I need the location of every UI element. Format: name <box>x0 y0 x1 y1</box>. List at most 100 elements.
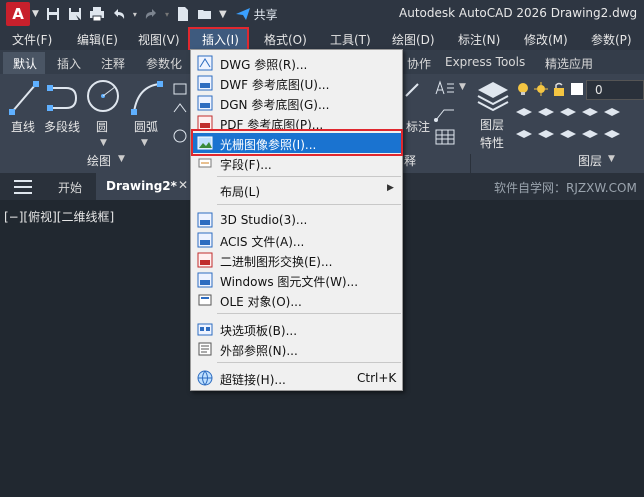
arc-dropdown-icon[interactable]: ▼ <box>141 138 148 148</box>
menu-separator <box>217 176 401 177</box>
unlock-icon[interactable] <box>552 82 566 96</box>
highlight-frame <box>191 129 403 156</box>
menu-separator <box>217 204 401 205</box>
sun-icon[interactable] <box>534 82 548 96</box>
polyline-tool-icon[interactable] <box>46 84 80 114</box>
arc-tool-icon[interactable] <box>130 80 164 116</box>
autocad-logo[interactable]: A <box>6 2 30 26</box>
tab-express-tools[interactable]: Express Tools <box>445 55 525 69</box>
layer-tools-icon[interactable] <box>516 106 626 148</box>
viewport-controls[interactable]: [−][俯视][二维线框] <box>4 208 114 225</box>
leader-tool-icon[interactable] <box>434 104 456 122</box>
dimension-tool-label[interactable]: 标注 <box>406 118 430 135</box>
tab-parametric[interactable]: 参数化 <box>146 55 182 72</box>
insert-menu-dropdown: DWG 参照(R)... DWF 参考底图(U)... DGN 参考底图(G).… <box>190 49 403 391</box>
tab-collaborate[interactable]: 协作 <box>407 55 431 72</box>
menu-bar: 文件(F) 编辑(E) 视图(V) 格式(O) 工具(T) 绘图(D) 标注(N… <box>0 28 644 50</box>
layer-panel-dropdown-icon[interactable]: ▼ <box>608 154 615 164</box>
line-tool-icon[interactable] <box>8 80 40 116</box>
line-tool-label: 直线 <box>11 120 36 134</box>
menu-item-binary-dxb[interactable]: 二进制图形交换(E)... <box>191 250 402 270</box>
dgn-icon <box>197 95 213 111</box>
redo-icon[interactable] <box>143 6 159 22</box>
menu-item-dwf-underlay[interactable]: DWF 参考底图(U)... <box>191 73 402 93</box>
layer-properties-label-1: 图层 <box>480 118 505 132</box>
tab-annotate[interactable]: 注释 <box>101 55 125 72</box>
menu-item-dgn-underlay[interactable]: DGN 参考底图(G)... <box>191 93 402 113</box>
share-icon <box>235 8 250 20</box>
layer-properties-icon[interactable] <box>476 78 510 114</box>
menu-item-acis-file[interactable]: ACIS 文件(A)... <box>191 230 402 250</box>
polyline-tool-label: 多段线 <box>44 120 81 134</box>
text-tool-icon[interactable] <box>434 80 456 96</box>
dimension-linear-icon[interactable] <box>404 82 420 98</box>
hyperlink-shortcut: Ctrl+K <box>357 371 397 385</box>
3ds-icon <box>197 212 213 228</box>
print-icon[interactable] <box>89 6 105 22</box>
menu-item-layout[interactable]: 布局(L) ▶ <box>191 180 402 200</box>
close-tab-icon[interactable]: ✕ <box>178 178 188 192</box>
save-icon[interactable] <box>45 6 61 22</box>
menu-draw[interactable]: 绘图(D) <box>392 31 435 48</box>
share-label: 共享 <box>253 7 278 22</box>
menu-insert-label: 插入(I) <box>202 33 239 47</box>
redo-dropdown-icon[interactable]: ▾ <box>165 10 169 19</box>
menu-dimension[interactable]: 标注(N) <box>458 31 500 48</box>
hyperlink-icon <box>197 370 213 386</box>
menu-parameters[interactable]: 参数(P) <box>591 31 632 48</box>
watermark-text: 软件自学网：RJZXW.COM <box>494 181 637 195</box>
menu-view[interactable]: 视图(V) <box>138 31 180 48</box>
menu-edit[interactable]: 编辑(E) <box>77 31 118 48</box>
circle-dropdown-icon[interactable]: ▼ <box>100 138 107 148</box>
layer-state-icons <box>516 80 586 100</box>
ole-icon <box>198 294 212 306</box>
dwf-icon <box>197 75 213 91</box>
menu-item-hyperlink[interactable]: 超链接(H)... Ctrl+K <box>191 368 402 388</box>
submenu-arrow-icon: ▶ <box>387 183 394 193</box>
new-icon[interactable] <box>175 6 191 22</box>
start-tab[interactable]: 开始 <box>58 179 82 196</box>
app-menu-caret-icon[interactable]: ▼ <box>32 9 39 19</box>
window-title: Autodesk AutoCAD 2026 Drawing2.dwg <box>399 6 638 20</box>
tab-featured-apps[interactable]: 精选应用 <box>545 55 593 72</box>
menu-item-field[interactable]: 字段(F)... <box>191 153 402 173</box>
tab-default-label[interactable]: 默认 <box>13 55 37 72</box>
menu-modify[interactable]: 修改(M) <box>524 31 568 48</box>
open-icon[interactable] <box>197 6 213 22</box>
xref-icon <box>198 342 212 356</box>
tab-insert[interactable]: 插入 <box>57 55 81 72</box>
menu-item-ole-object[interactable]: OLE 对象(O)... <box>191 290 402 310</box>
hamburger-icon[interactable] <box>14 180 32 194</box>
quick-access-toolbar: ▾ ▾ ▼ <box>45 6 227 22</box>
save-as-icon[interactable] <box>67 6 83 22</box>
wmf-icon <box>197 272 213 288</box>
undo-icon[interactable] <box>111 6 127 22</box>
annotation-panel-partial: 释 <box>404 154 417 168</box>
share-button[interactable]: 共享 <box>235 6 278 23</box>
menu-file[interactable]: 文件(F) <box>12 31 52 48</box>
menu-item-external-reference[interactable]: 外部参照(N)... <box>191 339 402 359</box>
layer-tools-grid <box>516 106 626 148</box>
menu-item-3d-studio[interactable]: 3D Studio(3)... <box>191 210 402 230</box>
draw-extra-icons[interactable] <box>172 82 188 146</box>
menu-item-dwg-reference[interactable]: DWG 参照(R)... <box>191 53 402 73</box>
menu-tools[interactable]: 工具(T) <box>330 31 371 48</box>
draw-panel-title: 绘图 <box>87 154 112 168</box>
menu-item-block-palette[interactable]: 块选项板(B)... <box>191 319 402 339</box>
dwg-icon <box>197 55 213 71</box>
layer-color-icon[interactable] <box>570 82 584 96</box>
annotation-dropdown-icon[interactable]: ▼ <box>459 82 466 92</box>
lightbulb-icon[interactable] <box>516 82 530 96</box>
menu-format[interactable]: 格式(O) <box>264 31 307 48</box>
customize-dropdown-icon[interactable]: ▼ <box>219 9 227 20</box>
draw-panel-dropdown-icon[interactable]: ▼ <box>118 154 125 164</box>
table-tool-icon[interactable] <box>434 128 456 146</box>
undo-dropdown-icon[interactable]: ▾ <box>133 10 137 19</box>
layer-dropdown[interactable]: 0 <box>586 80 644 100</box>
drawing-tab[interactable]: Drawing2* ✕ <box>96 173 194 200</box>
dxb-icon <box>197 252 213 268</box>
menu-item-windows-metafile[interactable]: Windows 图元文件(W)... <box>191 270 402 290</box>
arc-tool-label: 圆弧 <box>134 120 159 134</box>
menu-insert[interactable]: 插入(I) <box>188 27 249 51</box>
circle-tool-icon[interactable] <box>86 78 120 114</box>
